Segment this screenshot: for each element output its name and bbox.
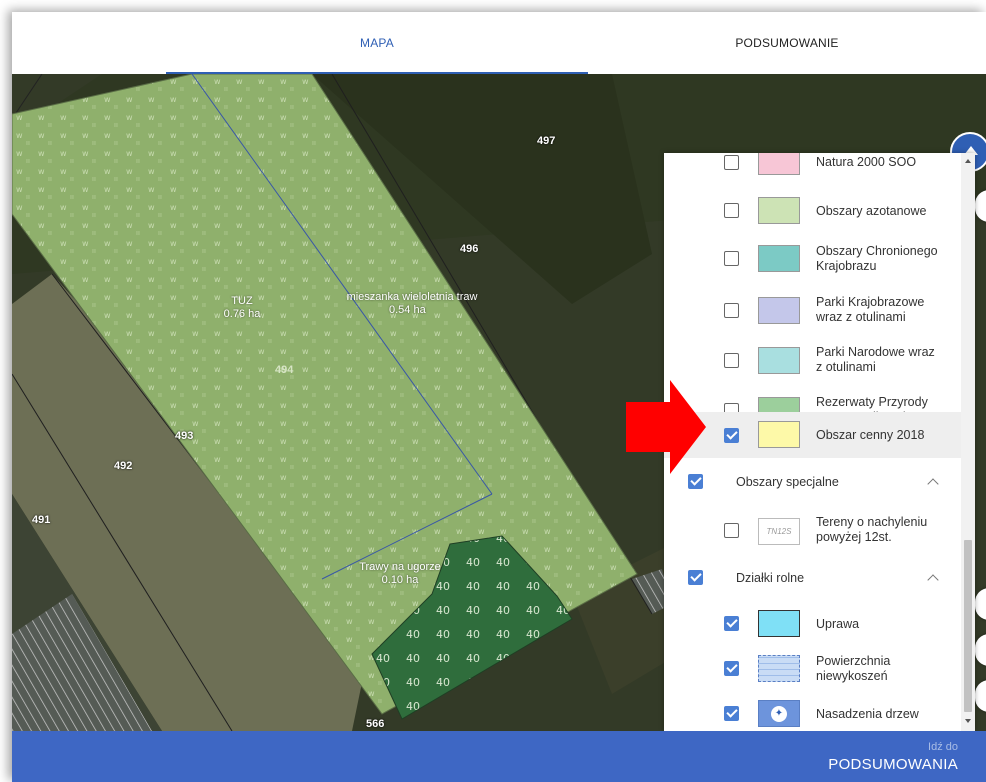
section-checkbox[interactable] bbox=[688, 474, 703, 489]
crop-name: Trawy na ugorze bbox=[359, 561, 441, 573]
layer-row[interactable]: TN12S Tereny o nachyleniu powyżej 12st. bbox=[664, 506, 961, 556]
crop-name: TUZ bbox=[231, 295, 253, 307]
tab-mapa[interactable]: MAPA bbox=[166, 12, 588, 74]
layer-checkbox[interactable] bbox=[724, 353, 739, 368]
slope-badge: TN12S bbox=[758, 518, 800, 545]
crop-label: mieszanka wieloletnia traw 0.54 ha bbox=[337, 291, 487, 317]
layer-checkbox-checked[interactable] bbox=[724, 706, 739, 721]
layer-row[interactable]: ✦ Nasadzenia drzew bbox=[664, 692, 961, 731]
parcel-number: 566 bbox=[366, 718, 385, 730]
section-header[interactable]: Obszary specjalne bbox=[664, 458, 961, 506]
layer-swatch bbox=[758, 245, 800, 272]
layer-row[interactable]: Obszary Chronionego Krajobrazu bbox=[664, 233, 961, 285]
layer-checkbox-checked[interactable] bbox=[724, 661, 739, 676]
parcel-number: 493 bbox=[175, 430, 194, 442]
section-label: Obszary specjalne bbox=[736, 475, 839, 489]
go-to-summary-button[interactable]: PODSUMOWANIA bbox=[828, 756, 958, 773]
crop-area: 0.10 ha bbox=[381, 574, 419, 586]
layer-row[interactable]: Uprawa bbox=[664, 602, 961, 644]
parcel-number: 497 bbox=[537, 135, 556, 147]
crop-name: mieszanka wieloletnia traw bbox=[346, 291, 478, 303]
layer-checkbox-checked[interactable] bbox=[724, 428, 739, 443]
tab-bar: MAPA PODSUMOWANIE bbox=[12, 12, 986, 74]
chevron-up-icon[interactable] bbox=[927, 478, 939, 490]
layer-swatch bbox=[758, 421, 800, 448]
layer-swatch bbox=[758, 655, 800, 682]
layer-label: Uprawa bbox=[816, 617, 860, 631]
tree-icon: ✦ bbox=[771, 705, 787, 722]
layer-checkbox-checked[interactable] bbox=[724, 616, 739, 631]
layer-row[interactable]: Parki Narodowe wraz z otulinami bbox=[664, 335, 961, 385]
layer-label: Obszar cenny 2018 bbox=[816, 428, 925, 442]
parcel-number: 494 bbox=[275, 364, 294, 376]
section-label: Działki rolne bbox=[736, 571, 805, 585]
layer-swatch bbox=[758, 153, 800, 175]
layer-swatch bbox=[758, 297, 800, 324]
layer-checkbox[interactable] bbox=[724, 523, 739, 538]
layer-checkbox[interactable] bbox=[724, 203, 739, 218]
scroll-down-icon[interactable] bbox=[965, 719, 971, 723]
scroll-thumb[interactable] bbox=[964, 540, 972, 712]
red-arrow-icon bbox=[626, 380, 706, 474]
layer-label: Tereny o nachyleniu powyżej 12st. bbox=[816, 515, 928, 544]
crop-label: Trawy na ugorze 0.10 ha bbox=[350, 561, 450, 587]
layers-panel: Natura 2000 SOO Obszary azotanowe Obszar… bbox=[664, 153, 975, 731]
legend-scrollbar[interactable] bbox=[961, 153, 975, 731]
layer-checkbox[interactable] bbox=[724, 303, 739, 318]
layer-swatch bbox=[758, 610, 800, 637]
layer-label: Powierzchnia niewykoszeń bbox=[816, 654, 891, 683]
tree-swatch: ✦ bbox=[758, 700, 800, 727]
layer-label: Parki Narodowe wraz z otulinami bbox=[816, 345, 935, 374]
parcel-number: 496 bbox=[460, 243, 479, 255]
layer-row[interactable]: Powierzchnia niewykoszeń bbox=[664, 644, 961, 692]
crop-area: 0.54 ha bbox=[389, 304, 426, 316]
layer-swatch bbox=[758, 197, 800, 224]
footer-bar[interactable]: Idź do PODSUMOWANIA bbox=[12, 731, 986, 782]
chevron-up-icon[interactable] bbox=[927, 574, 939, 586]
layer-label: Nasadzenia drzew bbox=[816, 707, 919, 721]
parcel-number: 491 bbox=[32, 514, 51, 526]
footer-goto-label: Idź do bbox=[928, 741, 958, 753]
layer-row[interactable]: Parki Krajobrazowe wraz z otulinami bbox=[664, 285, 961, 335]
section-header[interactable]: Działki rolne bbox=[664, 556, 961, 602]
layer-row[interactable]: Obszary azotanowe bbox=[664, 189, 961, 233]
layer-label: Obszary azotanowe bbox=[816, 204, 927, 218]
section-checkbox[interactable] bbox=[688, 570, 703, 585]
layer-label: Obszary Chronionego Krajobrazu bbox=[816, 244, 938, 273]
crop-label: TUZ 0.76 ha bbox=[212, 295, 272, 321]
layer-label: Parki Krajobrazowe wraz z otulinami bbox=[816, 295, 925, 324]
tab-podsumowanie[interactable]: PODSUMOWANIE bbox=[588, 12, 986, 74]
layer-checkbox[interactable] bbox=[724, 155, 739, 170]
scroll-up-icon[interactable] bbox=[965, 159, 971, 163]
layer-row-highlighted[interactable]: Obszar cenny 2018 bbox=[664, 412, 961, 458]
parcel-number: 492 bbox=[114, 460, 133, 472]
layer-swatch bbox=[758, 347, 800, 374]
crop-area: 0.76 ha bbox=[223, 308, 261, 320]
layer-label: Natura 2000 SOO bbox=[816, 155, 917, 169]
layer-row[interactable]: Natura 2000 SOO bbox=[664, 153, 961, 179]
app-frame: MAPA PODSUMOWANIE w ıı 40 bbox=[12, 12, 986, 782]
layer-checkbox[interactable] bbox=[724, 251, 739, 266]
